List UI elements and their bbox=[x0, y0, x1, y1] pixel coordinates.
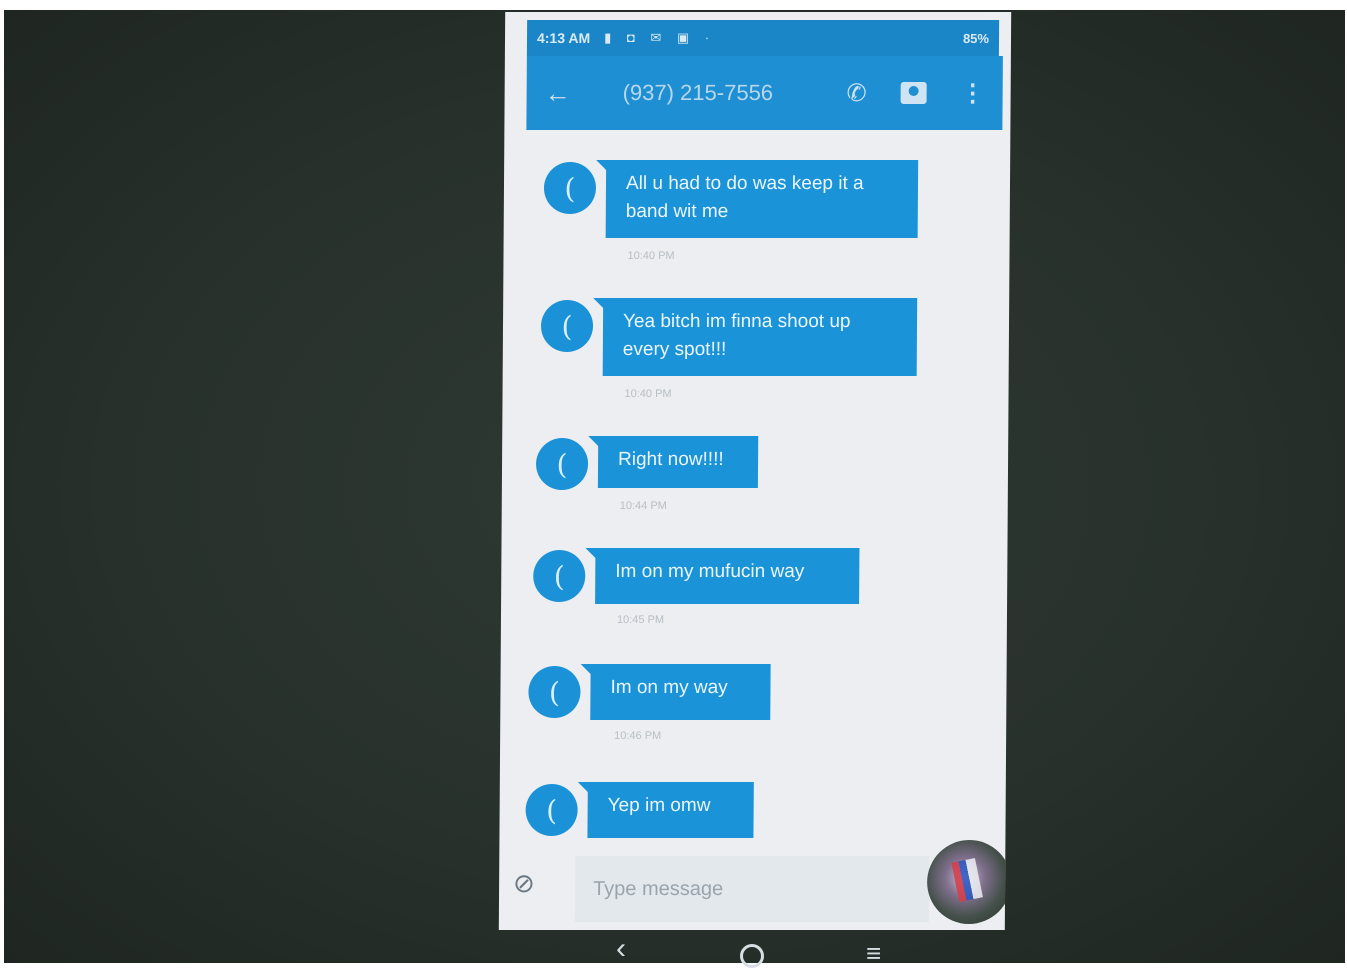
message-bubble[interactable]: Yea bitch im finna shoot up every spot!!… bbox=[602, 298, 918, 376]
contact-card-icon[interactable] bbox=[900, 82, 927, 104]
sender-avatar: ( bbox=[540, 300, 594, 352]
message-input[interactable] bbox=[574, 856, 930, 922]
sender-avatar: ( bbox=[535, 438, 589, 490]
app-bar: ← (937) 215-7556 ✆ ⋮ bbox=[526, 56, 1003, 130]
message-bubble[interactable]: Right now!!!! bbox=[597, 436, 759, 488]
message-timestamp: 10:44 PM bbox=[619, 500, 667, 512]
sender-avatar: ( bbox=[533, 550, 586, 602]
back-arrow-icon[interactable]: ← bbox=[545, 78, 585, 109]
message-list: ( All u had to do was keep it a band wit… bbox=[499, 130, 1010, 850]
message-bubble[interactable]: Im on my mufucin way bbox=[595, 548, 860, 604]
paperclip-icon[interactable]: ⊘ bbox=[513, 868, 535, 899]
nav-recent-icon[interactable]: ≡ bbox=[866, 938, 881, 969]
status-notification-icons: ▮ ◘ ✉ ▣ · bbox=[604, 30, 716, 45]
sender-avatar: ( bbox=[525, 784, 578, 836]
message-composer: ⊘ bbox=[499, 840, 1012, 930]
message-timestamp: 10:40 PM bbox=[627, 250, 675, 262]
message-timestamp: 10:40 PM bbox=[624, 388, 672, 400]
phone-screen: 4:13 AM ▮ ◘ ✉ ▣ · 85% ← (937) 215-7556 ✆… bbox=[498, 12, 1012, 930]
message-bubble[interactable]: All u had to do was keep it a band wit m… bbox=[605, 160, 919, 238]
message-timestamp: 10:45 PM bbox=[616, 614, 665, 626]
nav-back-icon[interactable]: ‹ bbox=[616, 932, 626, 966]
message-bubble[interactable]: Im on my way bbox=[590, 664, 771, 720]
system-nav-bar: ‹ ≡ bbox=[560, 932, 940, 969]
contact-number: (937) 215-7556 bbox=[622, 80, 774, 105]
message-bubble[interactable]: Yep im omw bbox=[587, 782, 754, 838]
status-bar: 4:13 AM ▮ ◘ ✉ ▣ · 85% bbox=[526, 20, 1000, 56]
more-vert-icon[interactable]: ⋮ bbox=[961, 79, 985, 108]
status-time: 4:13 AM bbox=[536, 30, 591, 46]
nav-home-icon[interactable] bbox=[740, 944, 764, 968]
message-timestamp: 10:46 PM bbox=[614, 730, 662, 742]
sender-avatar: ( bbox=[543, 162, 597, 214]
battery-level: 85% bbox=[962, 30, 990, 46]
phone-icon[interactable]: ✆ bbox=[846, 79, 866, 108]
attachment-thumbnail[interactable] bbox=[926, 840, 1012, 924]
sender-avatar: ( bbox=[528, 666, 581, 718]
